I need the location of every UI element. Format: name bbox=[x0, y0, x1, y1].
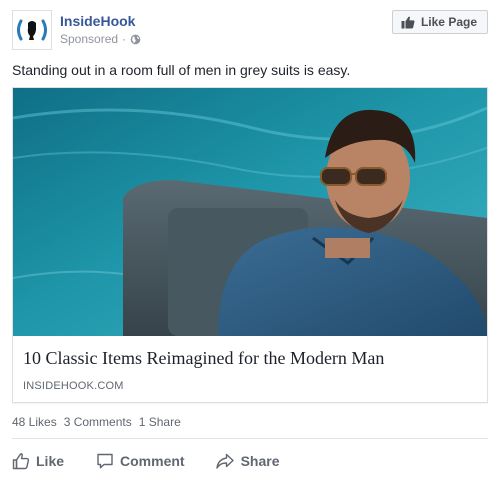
link-preview-body[interactable]: 10 Classic Items Reimagined for the Mode… bbox=[13, 336, 487, 402]
link-domain: INSIDEHOOK.COM bbox=[23, 380, 124, 392]
thumbs-up-icon bbox=[401, 16, 415, 28]
like-button[interactable]: Like bbox=[8, 446, 68, 476]
like-page-button[interactable]: Like Page bbox=[391, 10, 488, 34]
sponsored-post: InsideHook Sponsored · Like Page Standin… bbox=[0, 0, 500, 480]
comment-bubble-icon bbox=[97, 453, 113, 469]
sponsored-label[interactable]: Sponsored bbox=[60, 32, 118, 46]
insidehook-logo-icon bbox=[17, 19, 47, 41]
post-meta: Sponsored · bbox=[60, 32, 141, 46]
share-button[interactable]: Share bbox=[211, 446, 284, 476]
post-caption: Standing out in a room full of men in gr… bbox=[12, 62, 351, 78]
comment-label: Comment bbox=[120, 453, 185, 469]
like-page-label: Like Page bbox=[420, 15, 477, 29]
comments-count[interactable]: 3 Comments bbox=[64, 415, 132, 429]
post-header: InsideHook Sponsored · Like Page bbox=[12, 10, 488, 54]
like-label: Like bbox=[36, 453, 65, 469]
link-title[interactable]: 10 Classic Items Reimagined for the Mode… bbox=[23, 347, 477, 369]
shares-count[interactable]: 1 Share bbox=[139, 415, 181, 429]
post-actions: Like Comment Share bbox=[12, 446, 488, 476]
man-with-sunglasses-photo bbox=[13, 88, 487, 336]
link-preview-image[interactable] bbox=[13, 88, 487, 336]
link-preview-card[interactable]: 10 Classic Items Reimagined for the Mode… bbox=[12, 87, 488, 403]
likes-count[interactable]: 48 Likes bbox=[12, 415, 57, 429]
share-label: Share bbox=[240, 453, 280, 469]
comment-button[interactable]: Comment bbox=[92, 446, 189, 476]
page-avatar[interactable] bbox=[12, 10, 52, 50]
globe-icon bbox=[130, 34, 141, 44]
engagement-stats: 48 Likes 3 Comments 1 Share bbox=[12, 415, 181, 429]
actions-divider bbox=[12, 438, 488, 439]
meta-separator: · bbox=[122, 32, 127, 46]
page-name-link[interactable]: InsideHook bbox=[60, 13, 135, 29]
share-arrow-icon bbox=[215, 453, 234, 469]
thumbs-up-outline-icon bbox=[12, 453, 30, 470]
